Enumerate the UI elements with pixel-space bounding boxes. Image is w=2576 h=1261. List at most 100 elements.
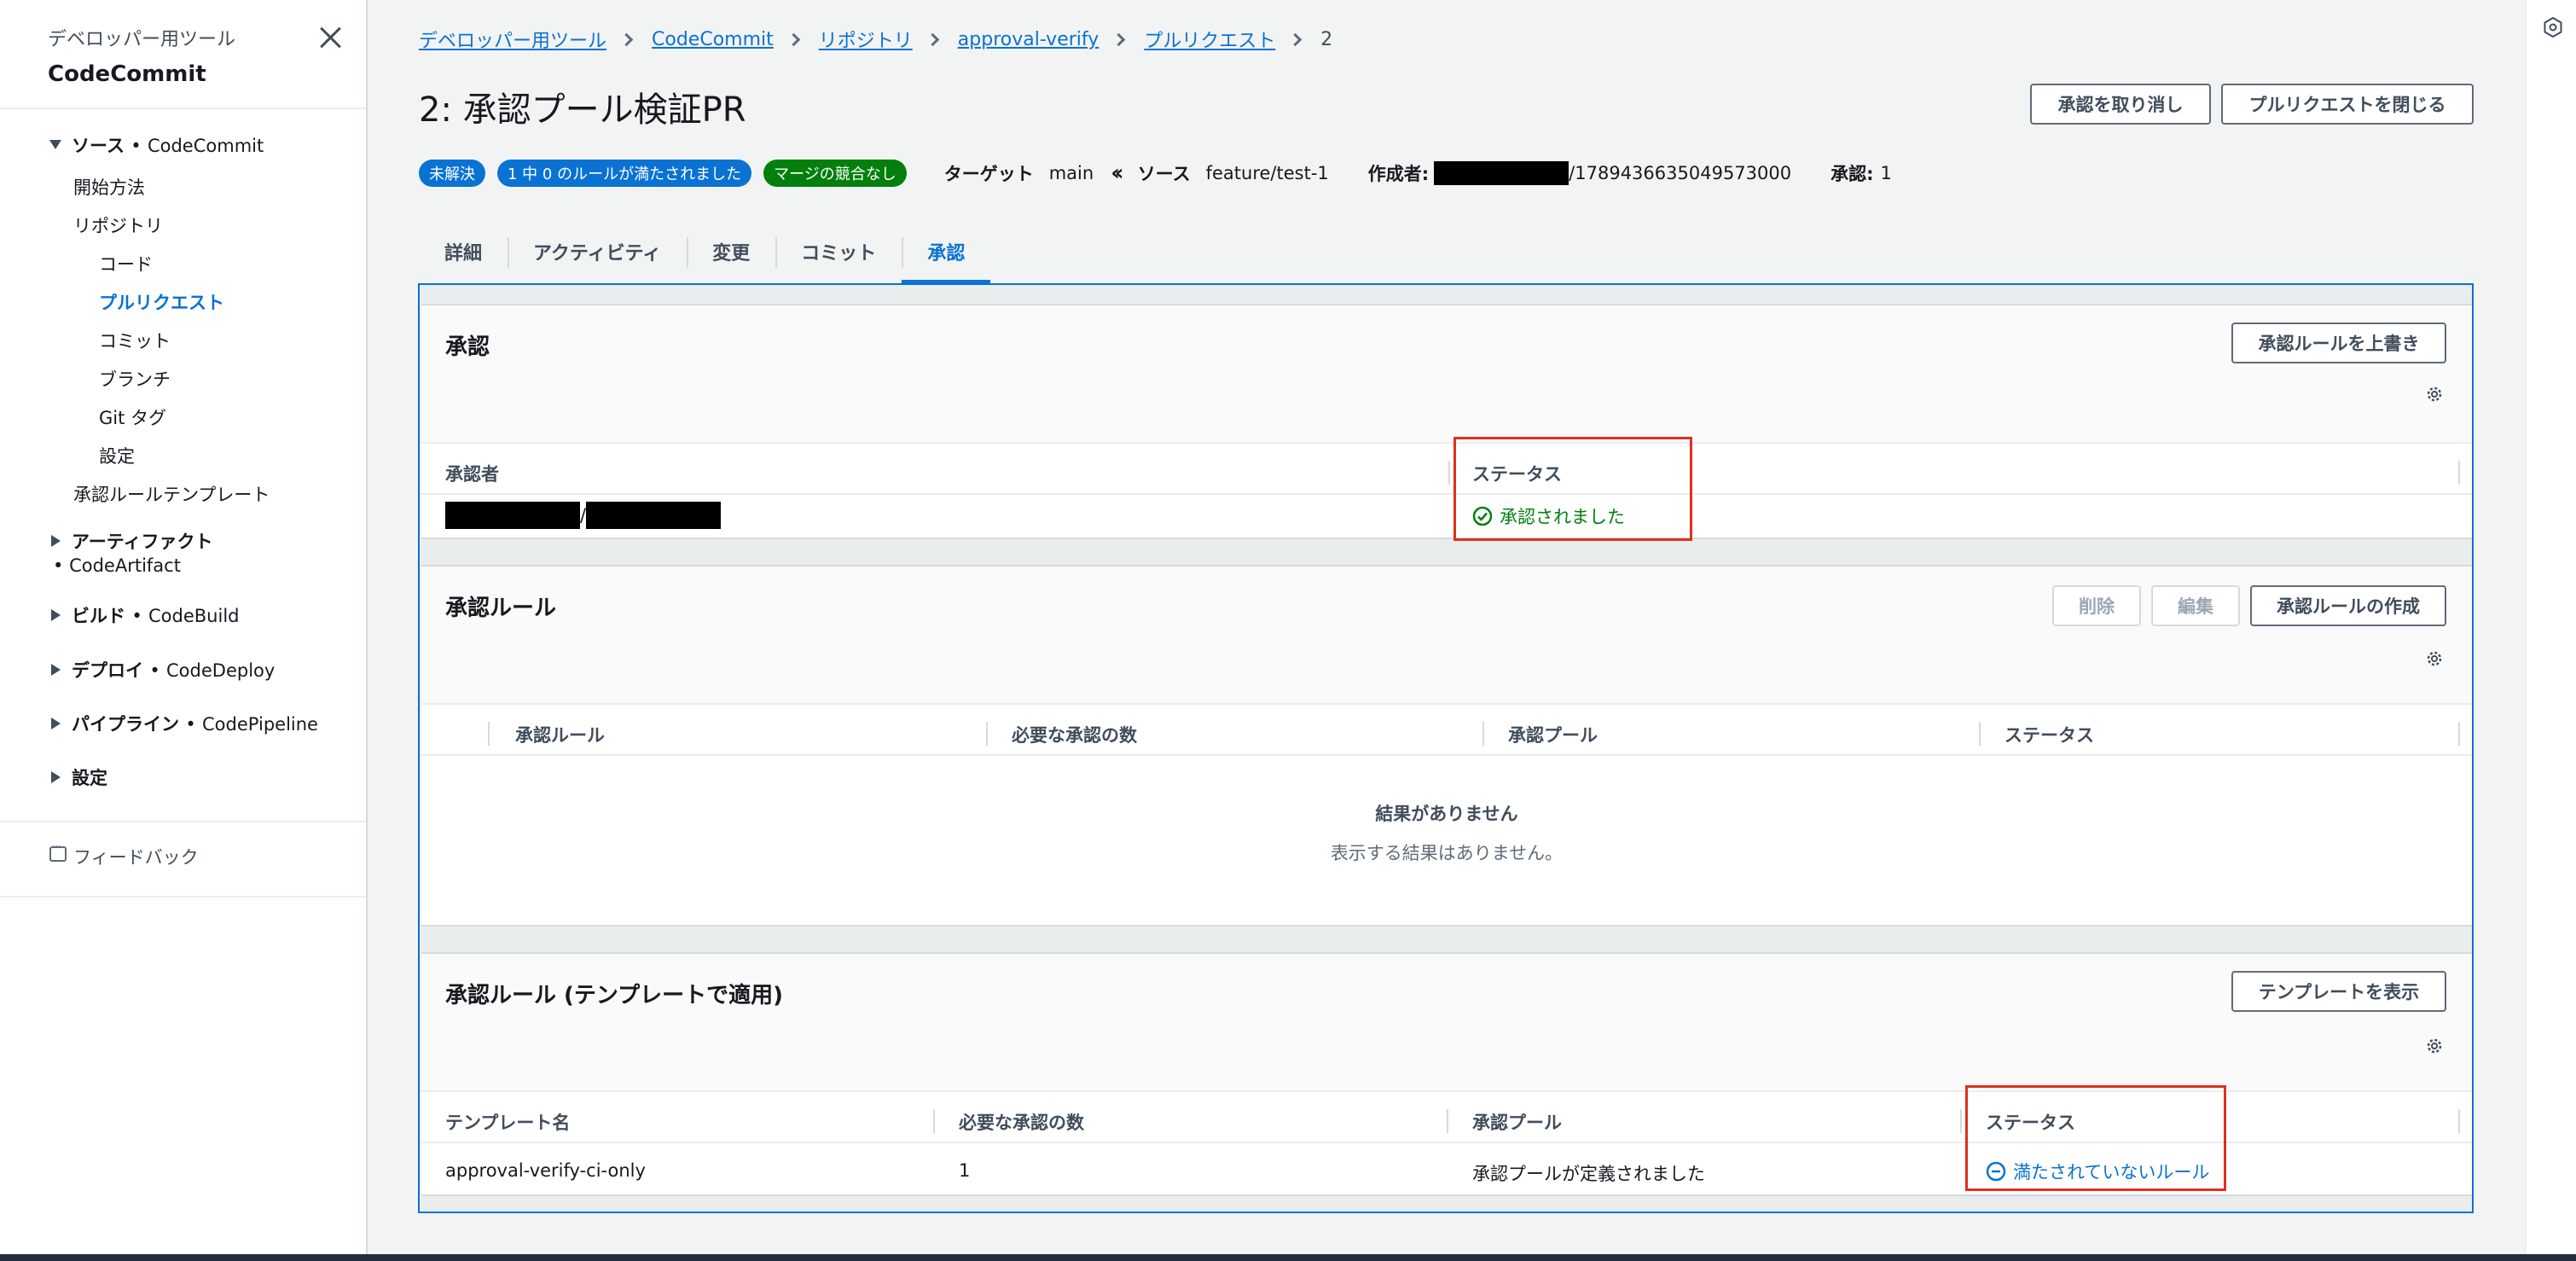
column-divider: [2458, 1109, 2460, 1133]
caret-right-icon[interactable]: [51, 609, 61, 621]
tab-commits[interactable]: コミット: [775, 224, 902, 280]
sidebar-divider: [0, 821, 366, 822]
sidebar-group-pipeline[interactable]: パイプライン • CodePipeline: [72, 711, 318, 736]
sidebar-header: デベロッパー用ツール CodeCommit: [0, 0, 366, 109]
chevron-right-icon: [925, 32, 940, 46]
column-divider: [2458, 461, 2460, 485]
feedback-icon: [49, 840, 67, 862]
column-divider: [2458, 722, 2460, 746]
gear-icon[interactable]: [2424, 384, 2445, 404]
column-divider: [1482, 722, 1484, 746]
tab-details[interactable]: 詳細: [419, 224, 508, 280]
required-count-cell: 1: [959, 1160, 971, 1181]
divider: [421, 703, 2472, 705]
sidebar-group-deploy[interactable]: デプロイ • CodeDeploy: [72, 657, 275, 683]
section-header: [421, 305, 2472, 442]
section-header: [421, 954, 2472, 1090]
table-row-approver: /: [445, 502, 722, 529]
group-service: CodePipeline: [202, 714, 318, 735]
breadcrumb-codecommit[interactable]: CodeCommit: [652, 29, 774, 50]
breadcrumb-developer-tools[interactable]: デベロッパー用ツール: [419, 26, 606, 53]
bullet: •: [53, 555, 64, 576]
column-divider: [1960, 1109, 1962, 1133]
bullet: •: [185, 714, 196, 735]
sidebar-item-git-tags[interactable]: Git タグ: [99, 404, 166, 430]
double-chevron-left-icon: ‹‹: [1111, 160, 1124, 186]
breadcrumb: デベロッパー用ツール CodeCommit リポジトリ approval-ver…: [419, 26, 1332, 53]
empty-state-title: 結果がありません: [1375, 804, 1518, 824]
bullet: •: [131, 606, 142, 626]
sidebar-title[interactable]: CodeCommit: [48, 61, 366, 87]
close-pull-request-button[interactable]: プルリクエストを閉じる: [2221, 84, 2474, 125]
column-header-required-count: 必要な承認の数: [1012, 725, 1137, 746]
column-divider: [1448, 461, 1450, 485]
chevron-right-icon: [786, 32, 801, 46]
highlight-box: [1965, 1085, 2226, 1191]
column-divider: [1979, 722, 1981, 746]
target-value: main: [1048, 163, 1094, 183]
sidebar-group-source[interactable]: ソース • CodeCommit: [72, 132, 264, 158]
sidebar-item-getting-started[interactable]: 開始方法: [73, 174, 145, 200]
override-approval-rules-button[interactable]: 承認ルールを上書き: [2231, 323, 2446, 363]
edit-button[interactable]: 編集: [2151, 585, 2240, 626]
group-label: デプロイ: [72, 660, 143, 681]
template-name-cell: approval-verify-ci-only: [445, 1160, 646, 1181]
sidebar-item-repositories[interactable]: リポジトリ: [73, 212, 163, 238]
divider: [421, 493, 2472, 495]
column-header-approver: 承認者: [445, 464, 499, 485]
tab-approvals[interactable]: 承認: [902, 224, 991, 283]
sidebar-item-pull-requests[interactable]: プルリクエスト: [99, 289, 224, 315]
gear-icon[interactable]: [2424, 1036, 2445, 1056]
view-template-button[interactable]: テンプレートを表示: [2231, 971, 2446, 1012]
bottom-bar: [0, 1254, 2576, 1261]
column-divider: [986, 722, 988, 746]
chevron-right-icon: [1289, 32, 1303, 46]
source-label: ソース: [1137, 164, 1191, 184]
sidebar-group-artifacts-service[interactable]: • CodeArtifact: [53, 555, 181, 576]
approvals-value: 1: [1880, 163, 1892, 183]
sidebar-item-code[interactable]: コード: [99, 251, 153, 276]
delete-button[interactable]: 削除: [2052, 585, 2141, 626]
sidebar-item-commits[interactable]: コミット: [99, 328, 171, 353]
section-title: 承認ルール: [445, 596, 557, 621]
tab-changes[interactable]: 変更: [687, 224, 775, 280]
sidebar-group-build[interactable]: ビルド • CodeBuild: [72, 602, 240, 628]
create-approval-rule-button[interactable]: 承認ルールの作成: [2250, 585, 2446, 626]
sidebar-item-branches[interactable]: ブランチ: [99, 366, 171, 392]
utility-rail: [2525, 0, 2576, 1254]
sidebar-item-approval-rule-templates[interactable]: 承認ルールテンプレート: [73, 481, 270, 507]
divider: [421, 754, 2472, 756]
column-divider: [933, 1109, 935, 1133]
column-header-template-name: テンプレート名: [445, 1113, 571, 1133]
caret-right-icon[interactable]: [51, 718, 61, 729]
section-title: 承認ルール (テンプレートで適用): [445, 983, 784, 1008]
settings-hexagon-icon[interactable]: [2544, 17, 2562, 38]
author-label: 作成者:: [1367, 164, 1430, 184]
feedback-link[interactable]: フィードバック: [73, 844, 199, 869]
sidebar-group-artifacts[interactable]: アーティファクト: [72, 528, 212, 554]
sidebar-group-settings[interactable]: 設定: [72, 764, 107, 790]
caret-down-icon[interactable]: [49, 140, 61, 149]
revoke-approval-button[interactable]: 承認を取り消し: [2030, 84, 2211, 125]
group-label: ソース: [72, 136, 125, 156]
approvals-section: 承認 承認ルールを上書き 承認者 ステータス / 承認されました: [421, 304, 2472, 541]
caret-right-icon[interactable]: [51, 664, 61, 676]
bullet: •: [131, 136, 142, 156]
breadcrumb-repository[interactable]: approval-verify: [958, 29, 1099, 50]
empty-state-description: 表示する結果はありません。: [1330, 843, 1564, 863]
breadcrumb-repositories[interactable]: リポジトリ: [819, 26, 913, 53]
caret-right-icon[interactable]: [51, 771, 61, 783]
tab-activity[interactable]: アクティビティ: [508, 224, 687, 280]
column-header-status: ステータス: [2005, 725, 2094, 746]
caret-right-icon[interactable]: [51, 535, 61, 547]
page-title: 2: 承認プール検証PR: [419, 90, 746, 130]
group-label: アーティファクト: [72, 532, 213, 552]
gear-icon[interactable]: [2424, 648, 2445, 669]
close-icon[interactable]: [319, 26, 343, 49]
merge-badge: マージの競合なし: [763, 160, 907, 187]
group-label: パイプライン: [72, 714, 179, 735]
group-service: CodeBuild: [148, 606, 240, 626]
sidebar-divider: [0, 896, 366, 898]
sidebar-item-settings[interactable]: 設定: [99, 443, 135, 468]
breadcrumb-pull-requests[interactable]: プルリクエスト: [1144, 26, 1275, 53]
